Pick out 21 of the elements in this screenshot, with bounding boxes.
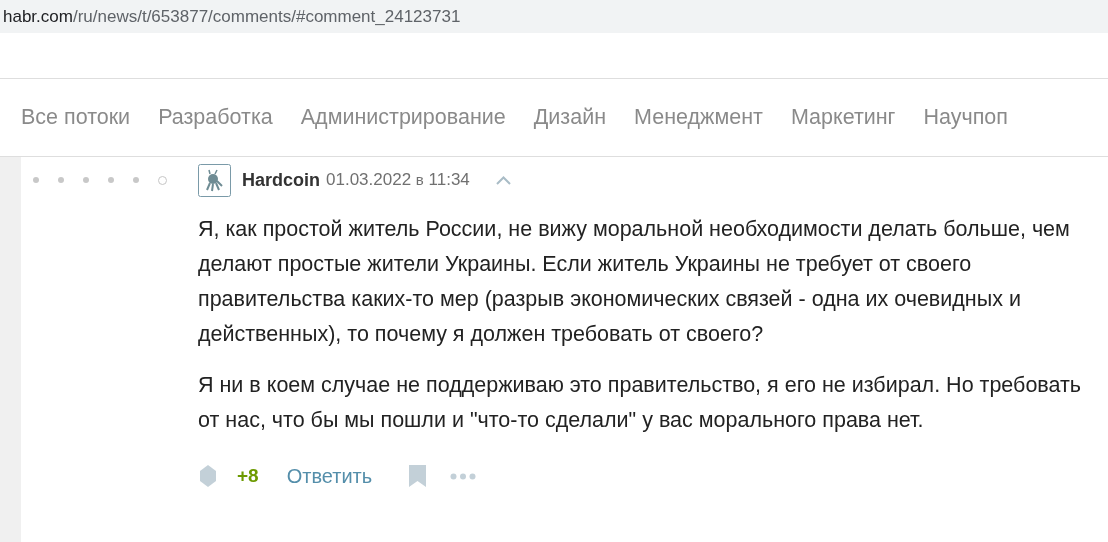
url-path: /ru/news/t/653877/comments/#comment_24123731 — [72, 5, 461, 28]
nav-link[interactable]: Менеджмент — [634, 101, 763, 134]
nav-link[interactable]: Маркетинг — [790, 101, 896, 134]
nav-link[interactable]: Администрирование — [300, 101, 506, 134]
collapse-caret-icon[interactable] — [495, 175, 511, 185]
vote-diamond-icon[interactable] — [200, 465, 216, 487]
nav-link[interactable]: Разработка — [158, 101, 273, 134]
vote-score: +8 — [237, 463, 259, 488]
nav-link[interactable]: Научпоп — [923, 101, 1008, 134]
more-options-icon[interactable] — [450, 472, 477, 480]
comment-paragraph: Я ни в коем случае не поддерживаю это правительство, я его не избирал. Но требовать от нас, что бы мы пошли и "что-то сделали" у вас морального права нет. — [198, 372, 1083, 434]
nav-link[interactable]: Все потоки — [21, 101, 131, 134]
comment-date: 01.03.2022 в 11:34 — [326, 169, 470, 192]
url-domain: habr.com — [3, 5, 73, 28]
address-bar[interactable]: habr.com/ru/news/t/653877/comments/#comment_24123731 — [0, 0, 1108, 33]
nav-link[interactable]: Дизайн — [533, 101, 607, 134]
avatar-icon[interactable] — [198, 163, 231, 197]
reply-button[interactable]: Ответить — [286, 461, 373, 491]
author-link[interactable]: Hardcoin — [242, 166, 320, 194]
bookmark-icon[interactable] — [409, 465, 427, 487]
comment-paragraph: Я, как простой житель России, не вижу моральной необходимости делать больше, чем делают простые жители Украины. Если житель Украины не требует от своего правительства каких-то мер (разрыв экономических связей - одна их очевидных и действенных), то почему я должен требовать от своего? — [198, 216, 1071, 348]
